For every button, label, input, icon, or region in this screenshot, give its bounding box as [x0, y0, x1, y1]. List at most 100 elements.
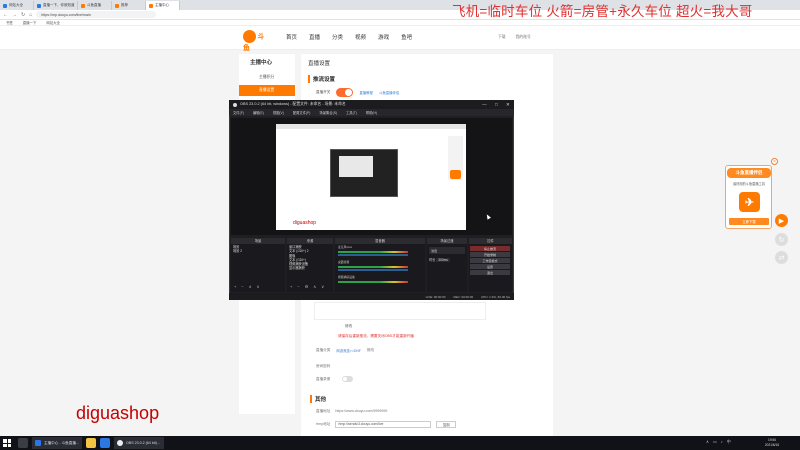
volume-meter [338, 281, 408, 283]
start-recording-button[interactable]: 开始录制 [470, 252, 510, 257]
obs-title-bar[interactable]: OBS 23.0.2 (64 bit, windows) - 配置文件: 未命名… [229, 100, 514, 109]
rtmp-field[interactable]: rtmp://sendtc3.douyu.com/live [335, 421, 432, 428]
source-item[interactable]: 显示器捕获 [289, 266, 331, 270]
site-logo[interactable]: 斗鱼 [243, 30, 271, 52]
scene-item[interactable]: 场景 2 [233, 249, 283, 253]
settings-button[interactable]: 设置 [470, 264, 510, 269]
app-icon[interactable] [100, 438, 110, 448]
category-change-button[interactable]: 修改 [367, 348, 374, 353]
reload-icon[interactable]: ↻ [21, 12, 25, 18]
account-link[interactable]: 我的账号 [516, 35, 531, 40]
record-toggle[interactable] [342, 376, 354, 382]
browser-tab[interactable]: 直播一下，你就知道 [34, 1, 78, 10]
obs-menu-item[interactable]: 文件(F) [233, 110, 244, 115]
remove-icon[interactable]: − [297, 284, 299, 290]
stop-streaming-button[interactable]: 停止推流 [470, 246, 510, 251]
add-icon[interactable]: + [234, 284, 236, 290]
tutorial-link[interactable]: 直播教程 [359, 90, 373, 95]
record-label: 直播录像 [316, 376, 331, 381]
nav-item[interactable]: 视频 [355, 33, 366, 41]
down-icon[interactable]: ∨ [321, 284, 324, 290]
refresh-icon[interactable]: ↻ [775, 233, 788, 246]
ime-icon[interactable]: 中 [727, 439, 731, 445]
favicon-icon [81, 3, 85, 8]
nav-item[interactable]: 直播 [309, 33, 320, 41]
section-title-live: 推流设置 [308, 75, 335, 83]
taskbar-label: OBS 23.0.2 (64 bit)... [126, 441, 160, 445]
obs-menu-item[interactable]: 工具(T) [346, 110, 357, 115]
tab-label: 斗鱼直播 [87, 3, 101, 7]
taskbar-clock[interactable]: 19:56 2021/6/16 [750, 437, 794, 449]
volume-slider[interactable] [338, 254, 408, 256]
close-icon[interactable]: ✕ [506, 102, 510, 108]
minimize-icon[interactable]: — [482, 102, 487, 107]
browser-tab-active[interactable]: 主播中心 [146, 1, 180, 10]
rec-timer: REC: 00:00:00 [453, 294, 474, 299]
nav-item[interactable]: 游戏 [378, 33, 389, 41]
obs-status-bar: LIVE: 00:00:00 REC: 00:00:00 CPU: 1.3%, … [229, 293, 514, 300]
taskbar-item-browser[interactable]: 主播中心 - 斗鱼直播... [32, 437, 82, 449]
duration-input[interactable]: 300ms [436, 258, 450, 262]
live-switch-toggle[interactable] [336, 88, 354, 97]
copy-button[interactable]: 复制 [436, 421, 457, 428]
settings-icon[interactable]: ⚙ [305, 284, 309, 290]
page-title: 直播设置 [308, 61, 331, 67]
taskbar-item-obs[interactable]: OBS 23.0.2 (64 bit)... [114, 437, 164, 449]
obs-menu-item[interactable]: 场景集合(S) [319, 110, 337, 115]
windows-start-icon[interactable] [3, 439, 11, 447]
category-value[interactable]: 网游竞技>>DNF [336, 348, 361, 353]
play-icon[interactable]: ▶ [775, 214, 788, 227]
add-icon[interactable]: + [290, 284, 292, 290]
volume-slider[interactable] [338, 269, 408, 271]
up-icon[interactable]: ∧ [313, 284, 316, 290]
bookmark-item[interactable]: 直播一下 [23, 20, 37, 25]
exit-button[interactable]: 退出 [470, 270, 510, 275]
obs-menu-item[interactable]: 配置文件(P) [293, 110, 311, 115]
download-link[interactable]: 下载 [498, 35, 506, 40]
obs-menu-item[interactable]: 编辑(E) [253, 110, 264, 115]
maximize-icon[interactable]: □ [495, 102, 498, 107]
browser-tab[interactable]: 斗鱼直播 [78, 1, 112, 10]
edit-button[interactable]: 修改 [345, 324, 352, 329]
folder-icon[interactable] [86, 438, 96, 448]
back-icon[interactable]: ← [3, 12, 8, 18]
up-icon[interactable]: ∧ [249, 284, 252, 290]
promo-title: 斗鱼直播伴侣 [727, 168, 771, 178]
forward-icon[interactable]: → [12, 12, 17, 18]
sidebar-item-live-settings[interactable]: 直播设置 [239, 85, 295, 96]
obs-menu-item[interactable]: 视图(V) [273, 110, 284, 115]
bookmark-item[interactable]: 网站大全 [46, 20, 60, 25]
obs-window-controls: — □ ✕ [478, 100, 514, 109]
browser-tab[interactable]: 推荐 [112, 1, 146, 10]
sidebar-title: 主播中心 [250, 60, 273, 66]
network-icon[interactable]: ▭ [713, 439, 717, 445]
tool-link[interactable]: 斗鱼直播伴侣 [379, 90, 399, 95]
promo-download-button[interactable]: 立即下载 [729, 218, 769, 225]
home-icon[interactable]: ⌂ [29, 12, 32, 18]
nav-item[interactable]: 首页 [286, 33, 297, 41]
nav-item[interactable]: 鱼吧 [401, 33, 412, 41]
url-input[interactable]: https://mp.douyu.com/live/main [36, 11, 157, 18]
bookmark-item[interactable]: 书签 [6, 20, 13, 25]
sidebar-item-points[interactable]: 主播积分 [239, 72, 295, 83]
live-switch-row: 直播开关 直播教程 斗鱼直播伴侣 [316, 88, 399, 97]
obs-menu-item[interactable]: 帮助(H) [366, 110, 377, 115]
close-icon[interactable]: × [771, 158, 778, 165]
favicon-icon [149, 3, 153, 8]
browser-tab[interactable]: 网站大全 [0, 1, 34, 10]
nav-item[interactable]: 分类 [332, 33, 343, 41]
share-icon[interactable]: ⇄ [775, 251, 788, 264]
promo-subtitle: 最好用的斗鱼直播工具 [733, 182, 765, 186]
scenes-toolbar: + − ∧ ∨ [231, 284, 285, 290]
volume-icon[interactable]: ♪ [721, 439, 723, 445]
search-icon[interactable] [18, 438, 28, 448]
down-icon[interactable]: ∨ [257, 284, 260, 290]
obs-nested-page [339, 156, 373, 177]
tab-label: 网站大全 [9, 3, 23, 7]
record-row: 直播录像 [316, 376, 354, 382]
remove-icon[interactable]: − [241, 284, 243, 290]
transition-select[interactable]: 淡出 [429, 247, 465, 254]
chevron-up-icon[interactable]: ∧ [706, 439, 709, 445]
studio-mode-button[interactable]: 工作室模式 [470, 258, 510, 263]
warning-note: 请保存后重新推流，需要关闭OBS才能重新开播 [338, 334, 414, 338]
